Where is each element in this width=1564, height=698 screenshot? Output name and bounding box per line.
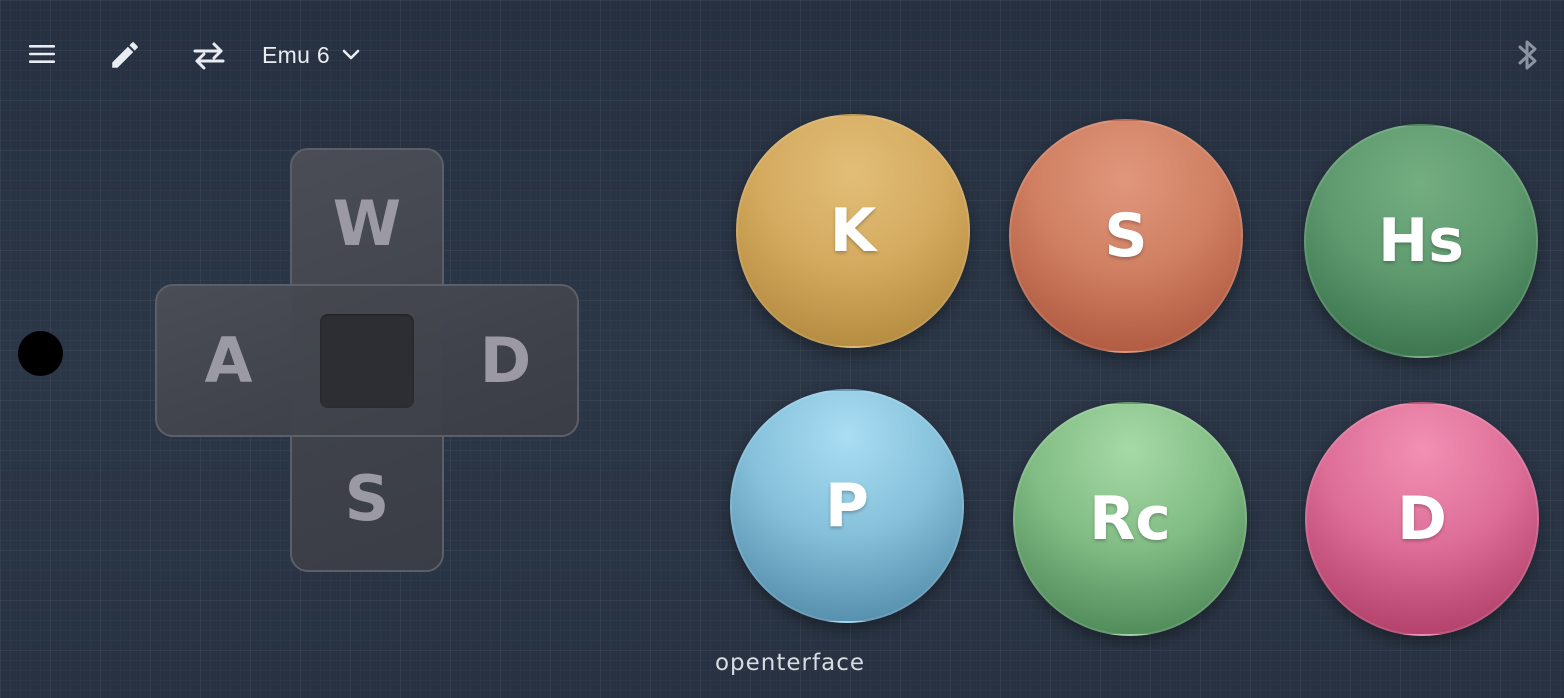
bluetooth-button[interactable] (1510, 36, 1546, 74)
pencil-icon (112, 42, 138, 68)
dpad-center-key[interactable] (320, 314, 414, 408)
swap-button[interactable] (188, 34, 230, 76)
action-button-d[interactable]: D (1305, 402, 1539, 636)
dpad-up-key[interactable]: W (292, 160, 442, 286)
action-button-label: Hs (1378, 206, 1464, 276)
action-button-label: Rc (1089, 484, 1171, 554)
action-button-rc[interactable]: Rc (1013, 402, 1247, 636)
bluetooth-icon (1518, 40, 1537, 70)
edit-layout-button[interactable] (104, 34, 146, 76)
dpad-down-key[interactable]: S (292, 435, 442, 561)
action-button-hs[interactable]: Hs (1304, 124, 1538, 358)
swap-arrows-icon (193, 42, 225, 70)
dpad-right-key[interactable]: D (442, 286, 569, 435)
chevron-down-icon (342, 49, 360, 60)
profile-selector[interactable]: Emu 6 (262, 34, 360, 76)
action-button-k[interactable]: K (736, 114, 970, 348)
menu-icon (29, 45, 55, 63)
side-indicator-dot[interactable] (18, 331, 63, 376)
action-button-label: D (1397, 484, 1447, 554)
menu-button[interactable] (22, 34, 62, 74)
dpad-left-key[interactable]: A (165, 286, 292, 435)
profile-name: Emu 6 (262, 41, 330, 68)
action-button-label: K (829, 196, 877, 266)
gamepad-screen: Emu 6 W A D S K S Hs P Rc D openterface (0, 0, 1564, 698)
action-button-label: P (825, 471, 869, 541)
action-button-label: S (1104, 201, 1148, 271)
action-button-p[interactable]: P (730, 389, 964, 623)
action-button-s[interactable]: S (1009, 119, 1243, 353)
brand-logo-text: openterface (714, 650, 865, 676)
